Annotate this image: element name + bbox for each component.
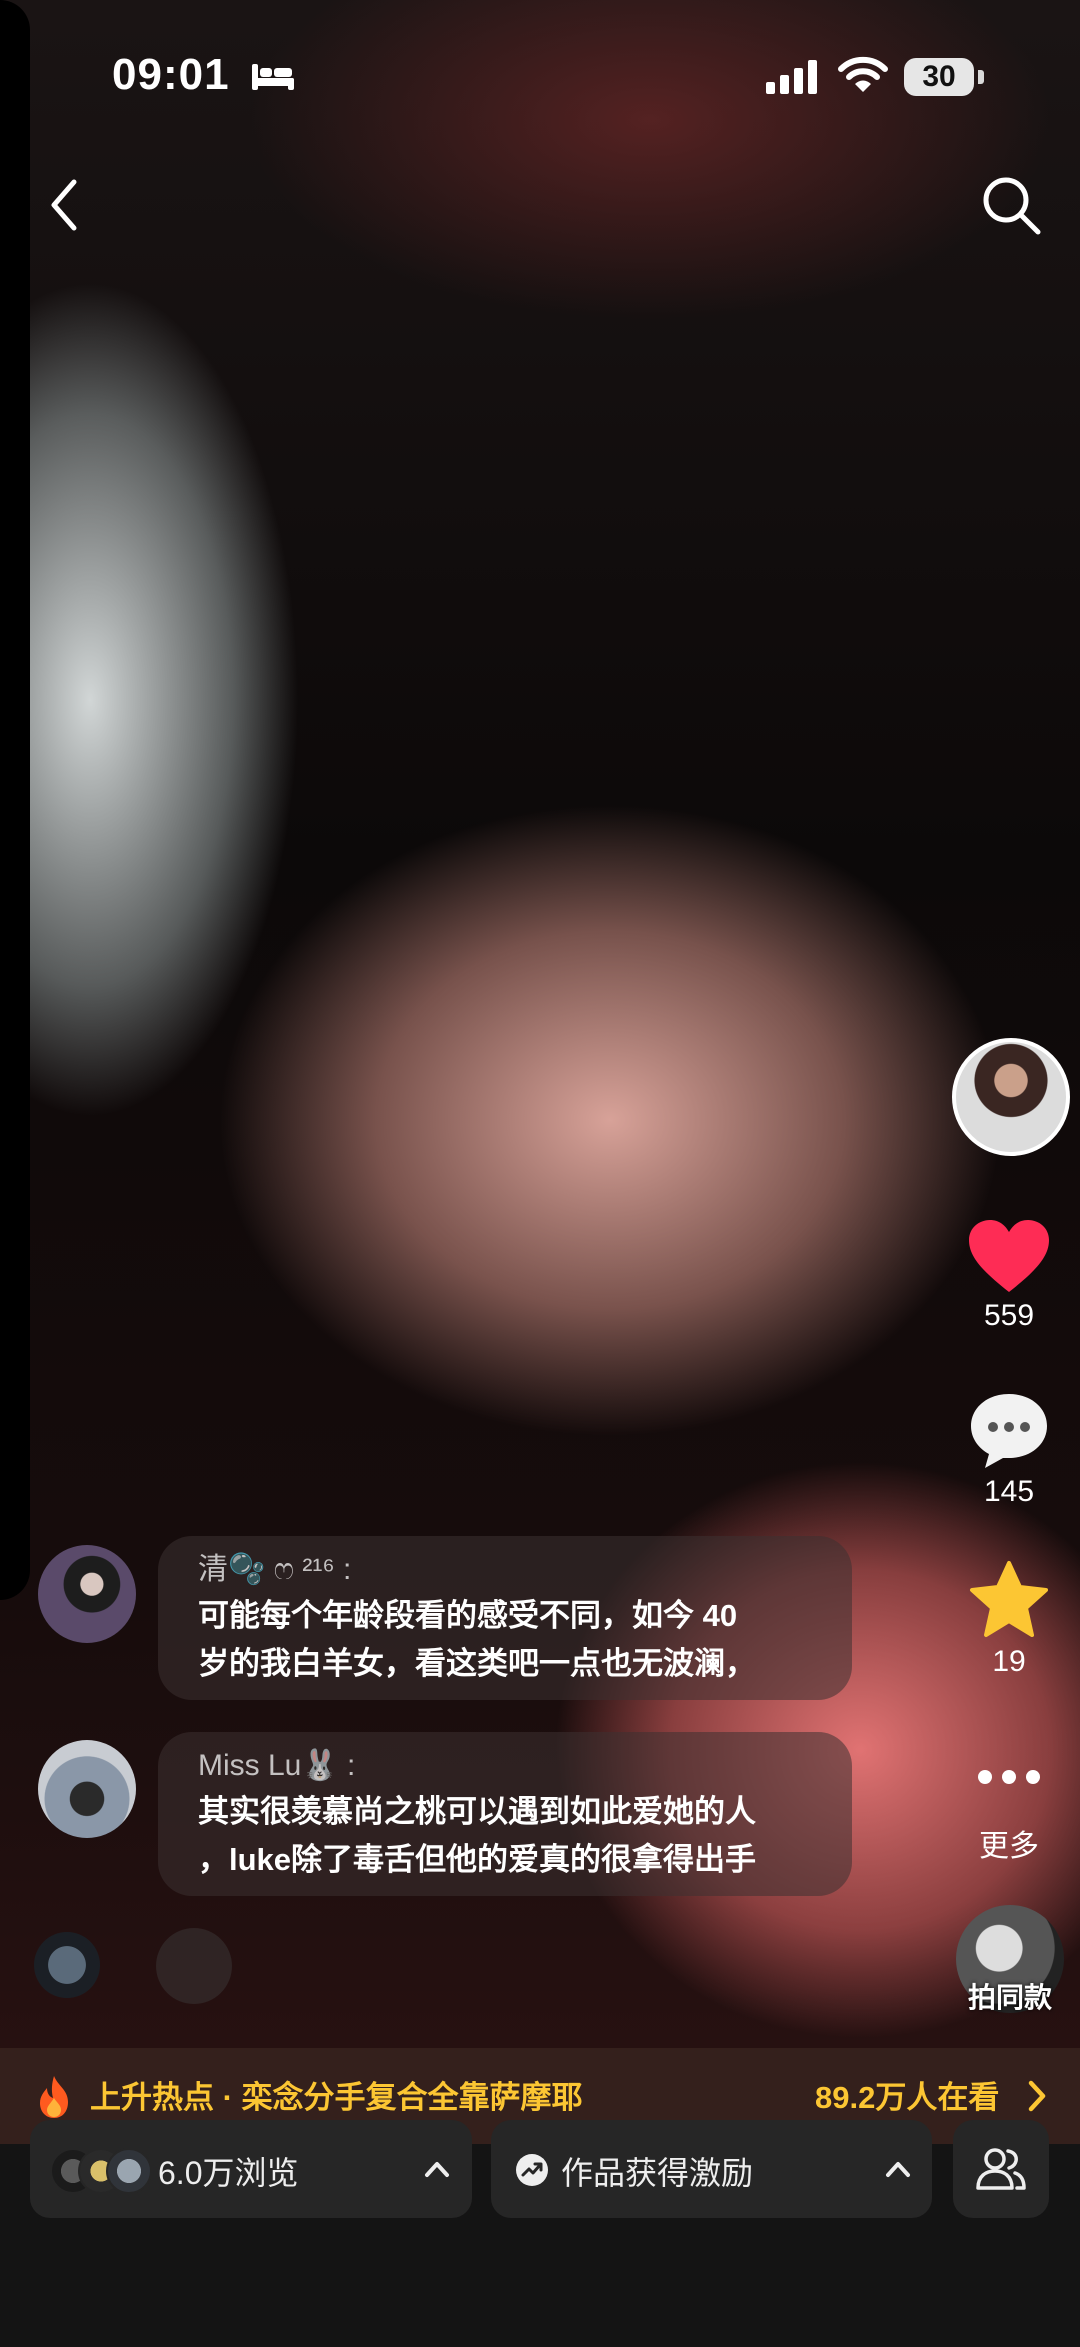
comment-text-line: 可能每个年龄段看的感受不同，如今 40 (198, 1598, 738, 1633)
commenter-avatar[interactable] (38, 1545, 136, 1643)
wifi-icon (838, 56, 888, 92)
viewer-count: 89.2万人在看 (815, 2080, 1000, 2115)
bed-icon (252, 64, 294, 90)
search-button[interactable] (976, 170, 1046, 240)
people-icon (976, 2148, 1026, 2190)
status-bar: 09:01 30 (0, 48, 1080, 112)
incentive-label: 作品获得激励 (561, 2155, 754, 2191)
views-button[interactable]: 6.0万浏览 (30, 2120, 472, 2218)
commenter-avatar[interactable] (38, 1740, 136, 1838)
battery-level: 30 (922, 60, 956, 93)
comment-placeholder (156, 1928, 232, 2004)
hot-topic-label: 上升热点 · 栾念分手复合全靠萨摩耶 (90, 2080, 583, 2115)
comment-text-line: 其实很羡慕尚之桃可以遇到如此爱她的人 (198, 1794, 756, 1829)
friends-button[interactable] (953, 2120, 1049, 2218)
comment-bubble-icon (971, 1394, 1047, 1468)
back-button[interactable] (36, 170, 92, 240)
chevron-up-icon (886, 2162, 910, 2177)
comment-text-line: ，luke除了毒舌但他的爱真的很拿得出手 (198, 1842, 757, 1877)
signal-icon (766, 60, 817, 94)
star-icon (970, 1561, 1048, 1637)
favorite-button[interactable]: 19 (949, 1560, 1069, 1679)
comment-button[interactable]: 145 (949, 1390, 1069, 1509)
incentive-button[interactable]: 作品获得激励 (491, 2120, 932, 2218)
trending-icon (516, 2154, 548, 2186)
author-avatar[interactable] (952, 1038, 1070, 1156)
comment-bubble[interactable]: 清🫧 ෆ ²¹⁶ : 可能每个年龄段看的感受不同，如今 40 岁的我白羊女，看这… (158, 1536, 852, 1700)
favorite-count: 19 (992, 1645, 1026, 1678)
like-button[interactable]: 559 (949, 1218, 1069, 1333)
ellipsis-icon (949, 1755, 1069, 1799)
chevron-up-icon (425, 2162, 449, 2177)
views-count: 6.0万浏览 (158, 2155, 299, 2191)
chevron-left-icon (51, 179, 77, 231)
search-icon (983, 177, 1041, 235)
more-button[interactable]: 更多 (949, 1755, 1069, 1865)
like-count: 559 (983, 1299, 1035, 1332)
viewer-avatar (106, 2148, 152, 2194)
more-label: 更多 (979, 1830, 1039, 1863)
chevron-right-icon (1028, 2080, 1046, 2112)
battery-cap (978, 70, 984, 84)
same-style-label[interactable]: 拍同款 (940, 1976, 1080, 2016)
commenter-avatar[interactable] (34, 1932, 100, 1998)
comment-count: 145 (983, 1475, 1035, 1508)
status-time: 09:01 (112, 50, 230, 99)
battery-indicator: 30 (904, 58, 974, 96)
heart-icon (969, 1220, 1049, 1292)
flame-icon (40, 2076, 68, 2118)
comment-username: Miss Lu🐰 : (198, 1749, 356, 1782)
comment-username: 清🫧 ෆ ²¹⁶ : (198, 1553, 352, 1586)
comment-text-line: 岁的我白羊女，看这类吧一点也无波澜， (198, 1646, 756, 1681)
comment-bubble[interactable]: Miss Lu🐰 : 其实很羡慕尚之桃可以遇到如此爱她的人 ，luke除了毒舌但… (158, 1732, 852, 1896)
